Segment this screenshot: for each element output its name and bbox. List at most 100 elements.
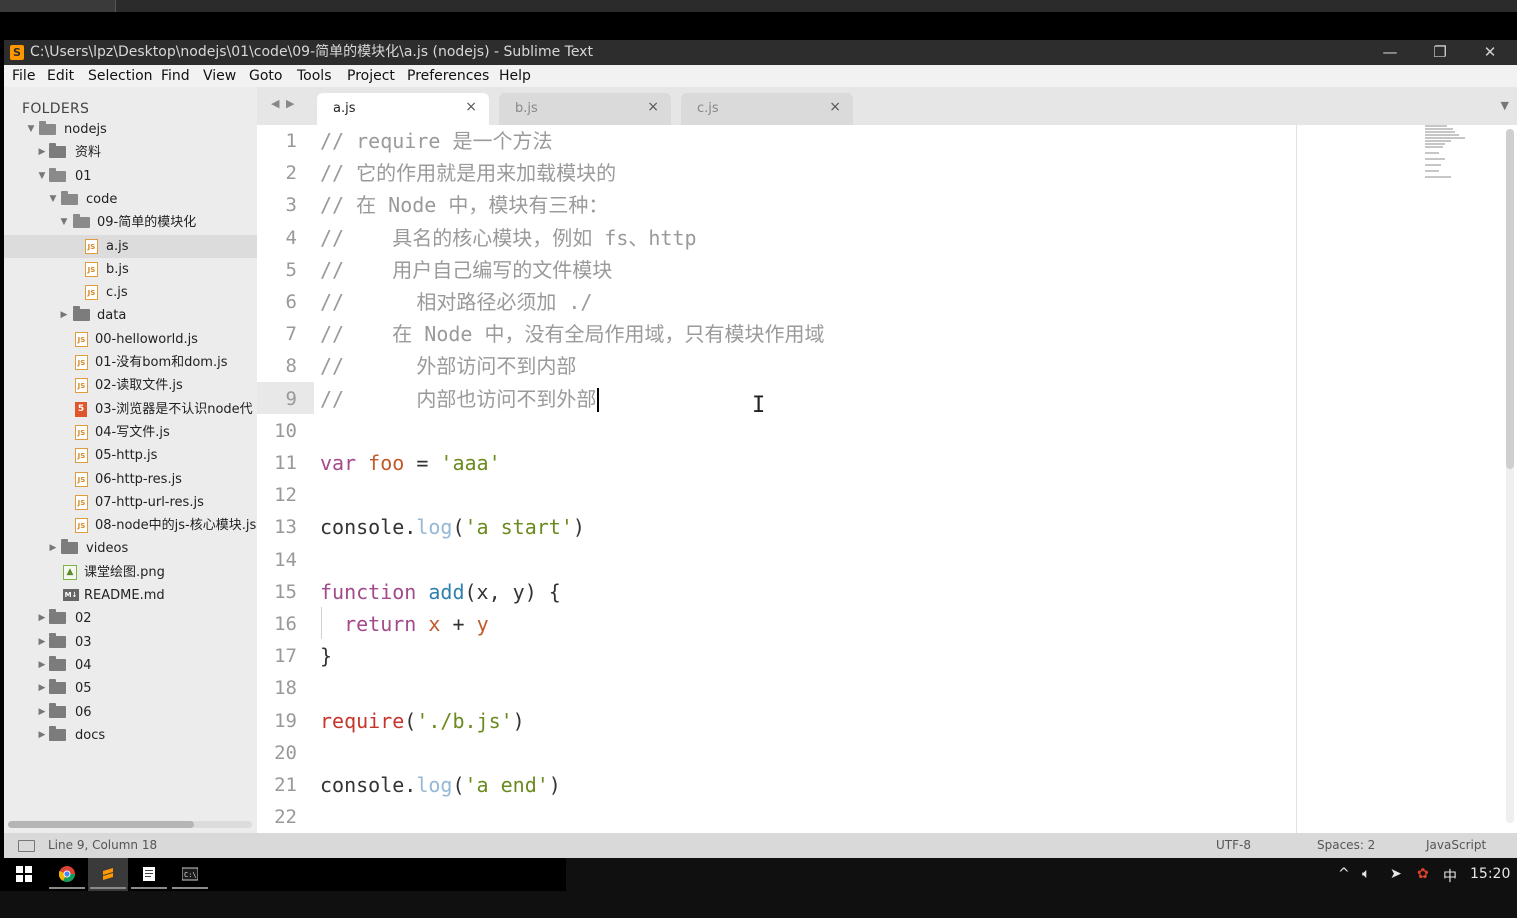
tree-item[interactable]: ▼ 01	[4, 165, 257, 188]
tree-item[interactable]: ▶ videos	[4, 537, 257, 560]
tree-item[interactable]: M↓ README.md	[4, 584, 257, 607]
encoding-indicator[interactable]: UTF-8	[1216, 833, 1251, 858]
code-editor[interactable]: 1 // require 是一个方法 2 // 它的作用就是用来加载模块的 3 // 在 …	[257, 125, 1517, 833]
line-text: // 内部也访问不到外部	[320, 383, 600, 415]
volume-icon[interactable]: 🔈︎	[1362, 866, 1370, 882]
ime-indicator[interactable]: 中	[1443, 866, 1457, 886]
tab-close-icon[interactable]: ×	[829, 99, 841, 115]
expand-arrow-icon[interactable]: ▶	[59, 304, 69, 327]
code-token: (	[404, 708, 417, 733]
minimize-button[interactable]: —	[1367, 40, 1413, 65]
expand-arrow-icon[interactable]: ▶	[37, 141, 47, 164]
expand-arrow-icon[interactable]: ▶	[48, 537, 58, 560]
tab-menu-dropdown-icon[interactable]: ▼	[1501, 99, 1509, 112]
tree-item[interactable]: JS 06-http-res.js	[4, 468, 257, 491]
expand-arrow-icon[interactable]: ▶	[37, 677, 47, 700]
tab-close-icon[interactable]: ×	[465, 99, 477, 115]
windows-start-button[interactable]	[4, 858, 44, 891]
taskbar-sublime-text[interactable]	[88, 858, 128, 891]
tree-item[interactable]: JS c.js	[4, 281, 257, 304]
syntax-indicator[interactable]: JavaScript	[1426, 833, 1486, 858]
expand-arrow-icon[interactable]: ▶	[37, 724, 47, 747]
taskbar-cmd[interactable]: C:\	[170, 858, 210, 891]
menu-find[interactable]: Find	[161, 65, 190, 87]
line-text: // 相对路径必须加 ./	[320, 286, 592, 318]
menu-tools[interactable]: Tools	[297, 65, 332, 87]
expand-arrow-icon[interactable]: ▶	[37, 654, 47, 677]
code-line: 9 // 内部也访问不到外部	[257, 383, 1297, 415]
menu-project[interactable]: Project	[347, 65, 395, 87]
menu-goto[interactable]: Goto	[249, 65, 282, 87]
tree-item[interactable]: ▶ 03	[4, 631, 257, 654]
collapse-arrow-icon[interactable]: ▼	[37, 165, 47, 188]
collapse-arrow-icon[interactable]: ▼	[59, 211, 69, 234]
markdown-file-icon: M↓	[63, 589, 79, 601]
gear-tray-icon[interactable]: ✿	[1417, 866, 1429, 882]
tree-item[interactable]: JS 05-http.js	[4, 444, 257, 467]
tree-item[interactable]: ▶ 04	[4, 654, 257, 677]
tree-item[interactable]: ▶ data	[4, 304, 257, 327]
taskbar-chrome[interactable]	[47, 858, 87, 891]
tree-item[interactable]: JS 08-node中的js-核心模块.js	[4, 514, 257, 537]
tree-item[interactable]: JS 07-http-url-res.js	[4, 491, 257, 514]
menu-view[interactable]: View	[203, 65, 236, 87]
tree-item[interactable]: JS b.js	[4, 258, 257, 281]
expand-arrow-icon[interactable]: ▶	[37, 631, 47, 654]
menu-file[interactable]: File	[12, 65, 35, 87]
tree-item-label: 07-http-url-res.js	[95, 494, 204, 510]
tab-c-js[interactable]: c.js ×	[681, 93, 853, 125]
menu-selection[interactable]: Selection	[88, 65, 153, 87]
code-line: 5 // 用户自己编写的文件模块	[257, 254, 1297, 286]
editor-scroll-thumb[interactable]	[1506, 129, 1514, 469]
tree-item[interactable]: JS 01-没有bom和dom.js	[4, 351, 257, 374]
restore-button[interactable]: ❐	[1417, 40, 1463, 65]
tab-prev-icon[interactable]: ◀	[271, 97, 279, 110]
clock[interactable]: 15:20	[1470, 866, 1510, 882]
collapse-arrow-icon[interactable]: ▼	[48, 188, 58, 211]
tree-item[interactable]: JS 00-helloworld.js	[4, 328, 257, 351]
send-icon[interactable]: ➤	[1390, 866, 1402, 882]
tree-item-label: 05	[75, 681, 92, 697]
mouse-ibeam-cursor-icon: I	[752, 393, 766, 418]
tree-item-label: a.js	[106, 238, 129, 254]
tree-item[interactable]: ▶ 05	[4, 677, 257, 700]
minimap[interactable]	[1425, 125, 1485, 185]
tree-item[interactable]: JS a.js	[4, 234, 257, 258]
expand-arrow-icon[interactable]: ▶	[37, 701, 47, 724]
tray-overflow-icon[interactable]: ^	[1338, 866, 1350, 882]
tab-close-icon[interactable]: ×	[647, 99, 659, 115]
menu-edit[interactable]: Edit	[47, 65, 74, 87]
indentation-indicator[interactable]: Spaces: 2	[1317, 833, 1375, 858]
line-number: 14	[274, 548, 297, 571]
sidebar-horizontal-scrollbar[interactable]	[8, 821, 252, 828]
tree-item[interactable]: ▶ 06	[4, 701, 257, 724]
tree-item-label: videos	[86, 541, 129, 557]
tree-item[interactable]: ▲ 课堂绘图.png	[4, 561, 257, 584]
tree-item[interactable]: ▼ code	[4, 188, 257, 211]
menu-preferences[interactable]: Preferences	[407, 65, 489, 87]
tree-item[interactable]: 5 03-浏览器是不认识node代	[4, 398, 257, 421]
tree-item[interactable]: JS 02-读取文件.js	[4, 374, 257, 397]
code-line: 18	[257, 672, 1297, 704]
tree-item[interactable]: JS 04-写文件.js	[4, 421, 257, 444]
menu-help[interactable]: Help	[499, 65, 531, 87]
collapse-arrow-icon[interactable]: ▼	[26, 118, 36, 141]
tree-item[interactable]: ▶ 02	[4, 607, 257, 630]
tab-a-js[interactable]: a.js ×	[317, 93, 489, 125]
close-button[interactable]: ✕	[1467, 40, 1513, 65]
tree-item[interactable]: ▼ 09-简单的模块化	[4, 211, 257, 234]
taskbar-notepad[interactable]	[129, 858, 169, 891]
tree-item[interactable]: ▼ nodejs	[4, 118, 257, 141]
panel-toggle-icon[interactable]	[18, 840, 35, 852]
expand-arrow-icon[interactable]: ▶	[37, 607, 47, 630]
tree-item[interactable]: ▶ docs	[4, 724, 257, 747]
tree-item[interactable]: ▶ 资料	[4, 141, 257, 164]
code-token: 'aaa'	[440, 451, 501, 475]
js-file-icon: JS	[75, 378, 88, 394]
sidebar-scroll-thumb[interactable]	[8, 821, 194, 828]
tab-next-icon[interactable]: ▶	[286, 97, 294, 110]
editor-vertical-scrollbar[interactable]	[1506, 129, 1514, 823]
tab-b-js[interactable]: b.js ×	[499, 93, 671, 125]
